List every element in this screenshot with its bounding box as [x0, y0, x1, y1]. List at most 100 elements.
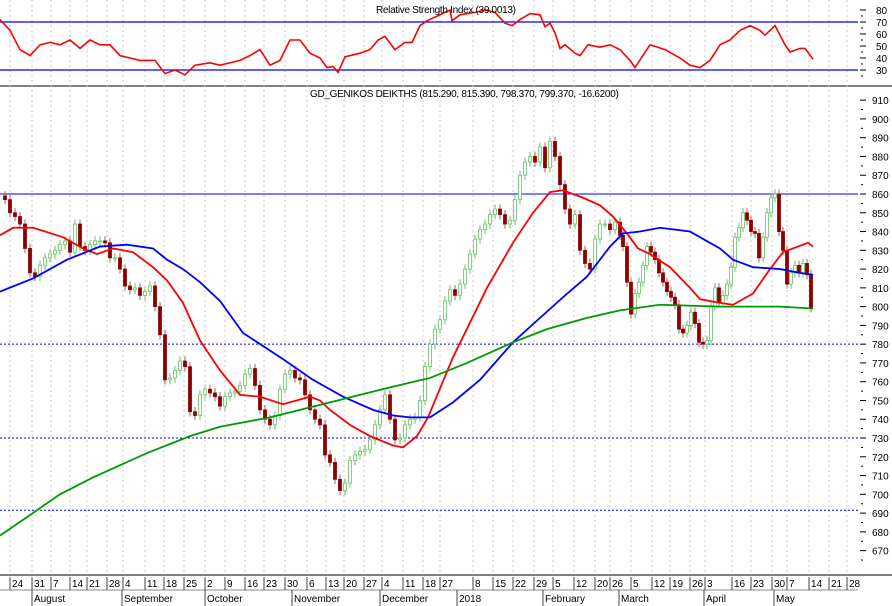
bullish-candle [358, 446, 362, 460]
candle-body [777, 193, 781, 232]
bullish-candle [38, 260, 42, 282]
candle-body [218, 396, 222, 407]
bullish-candle [709, 301, 713, 346]
bullish-candle [168, 373, 172, 385]
candle-body [737, 227, 741, 238]
bullish-candle [518, 170, 522, 205]
candle-body [741, 212, 745, 229]
month-label: December [382, 594, 429, 605]
bullish-candle [513, 194, 517, 225]
bearish-candle [503, 209, 507, 229]
bullish-candle [637, 277, 641, 299]
bullish-candle [548, 136, 552, 173]
candle-body [713, 287, 717, 308]
candle-body [3, 195, 7, 201]
price-title: GD_GENIKOS DEIKTHS (815.290, 815.390, 79… [310, 89, 619, 100]
bullish-candle [645, 241, 649, 271]
candle-body [433, 328, 437, 345]
candle-body [328, 454, 332, 463]
x-tick-label: 8 [475, 579, 481, 590]
bullish-candle [223, 392, 227, 411]
bearish-candle [697, 318, 701, 347]
bullish-candle [398, 433, 402, 445]
x-tick-label: 26 [692, 579, 704, 590]
price-y-label: 870 [872, 171, 889, 182]
candle-body [43, 257, 47, 266]
candle-body [789, 272, 793, 285]
price-y-label: 840 [872, 228, 889, 239]
rsi-line [0, 8, 814, 76]
bullish-candle [741, 208, 745, 233]
candle-body [528, 156, 532, 163]
x-tick-label: 30 [774, 579, 786, 590]
candle-body [383, 394, 387, 411]
candle-body [677, 304, 681, 330]
candle-body [513, 199, 517, 221]
x-axis: 24 31 7 14 21 28 4 11 18 25 2 9 16 23 30 6 13 20 27 4 11 18 27… [9, 577, 861, 606]
price-panel [0, 136, 858, 537]
candle-body [705, 340, 709, 345]
bearish-candle [749, 215, 753, 237]
candle-body [681, 328, 685, 334]
x-tick-label: 20 [597, 579, 609, 590]
x-tick-label: 16 [247, 579, 259, 590]
bullish-candle [413, 412, 417, 424]
bullish-candle [733, 232, 737, 272]
bearish-candle [308, 390, 312, 415]
bearish-candle [498, 204, 502, 220]
bullish-candle [198, 390, 202, 421]
x-tick-label: 21 [89, 579, 101, 590]
bullish-candle [528, 151, 532, 167]
candle-body [563, 184, 567, 210]
bearish-candle [753, 226, 757, 239]
x-tick-label: 6 [309, 579, 315, 590]
candle-body [213, 392, 217, 398]
bearish-candle [568, 204, 572, 229]
x-tick-label: 5 [555, 579, 561, 590]
bearish-candle [68, 236, 72, 257]
price-y-label: 800 [872, 303, 889, 314]
bullish-candle [523, 157, 527, 180]
candle-body [403, 424, 407, 439]
bearish-candle [665, 277, 669, 297]
candle-body [168, 377, 172, 381]
moving-average-long [0, 303, 814, 537]
x-tick-label: 4 [384, 579, 390, 590]
x-tick-label: 23 [266, 579, 278, 590]
bullish-candle [383, 390, 387, 415]
bullish-candle [143, 286, 147, 301]
bullish-candle [373, 420, 377, 445]
candle-body [243, 373, 247, 386]
candle-body [238, 385, 242, 392]
bullish-candle [538, 142, 542, 167]
bullish-candle [603, 219, 607, 229]
bullish-candle [721, 290, 725, 308]
bearish-candle [781, 226, 785, 256]
bearish-candle [393, 414, 397, 445]
price-y-label: 790 [872, 321, 889, 332]
x-tick-label: 13 [328, 579, 340, 590]
candle-body [809, 274, 813, 309]
bearish-candle [543, 142, 547, 173]
bullish-candle [403, 420, 407, 443]
bearish-candle [797, 260, 801, 278]
candle-body [645, 246, 649, 266]
bearish-candle [693, 307, 697, 329]
candle-body [725, 283, 729, 296]
candle-body [649, 246, 653, 253]
x-tick-label: 27 [366, 579, 378, 590]
candle-body [98, 240, 102, 243]
bullish-candle [598, 219, 602, 244]
candle-body [621, 234, 625, 247]
bearish-candle [669, 286, 673, 302]
month-label: September [124, 594, 174, 605]
x-tick-label: 3 [707, 579, 713, 590]
price-y-label: 890 [872, 134, 889, 145]
candle-body [745, 212, 749, 221]
bullish-candle [148, 281, 152, 297]
candle-body [473, 238, 477, 255]
rsi-y-label: 30 [876, 66, 888, 77]
candle-body [721, 294, 725, 304]
bearish-candle [388, 390, 392, 424]
bullish-candle [705, 335, 709, 349]
